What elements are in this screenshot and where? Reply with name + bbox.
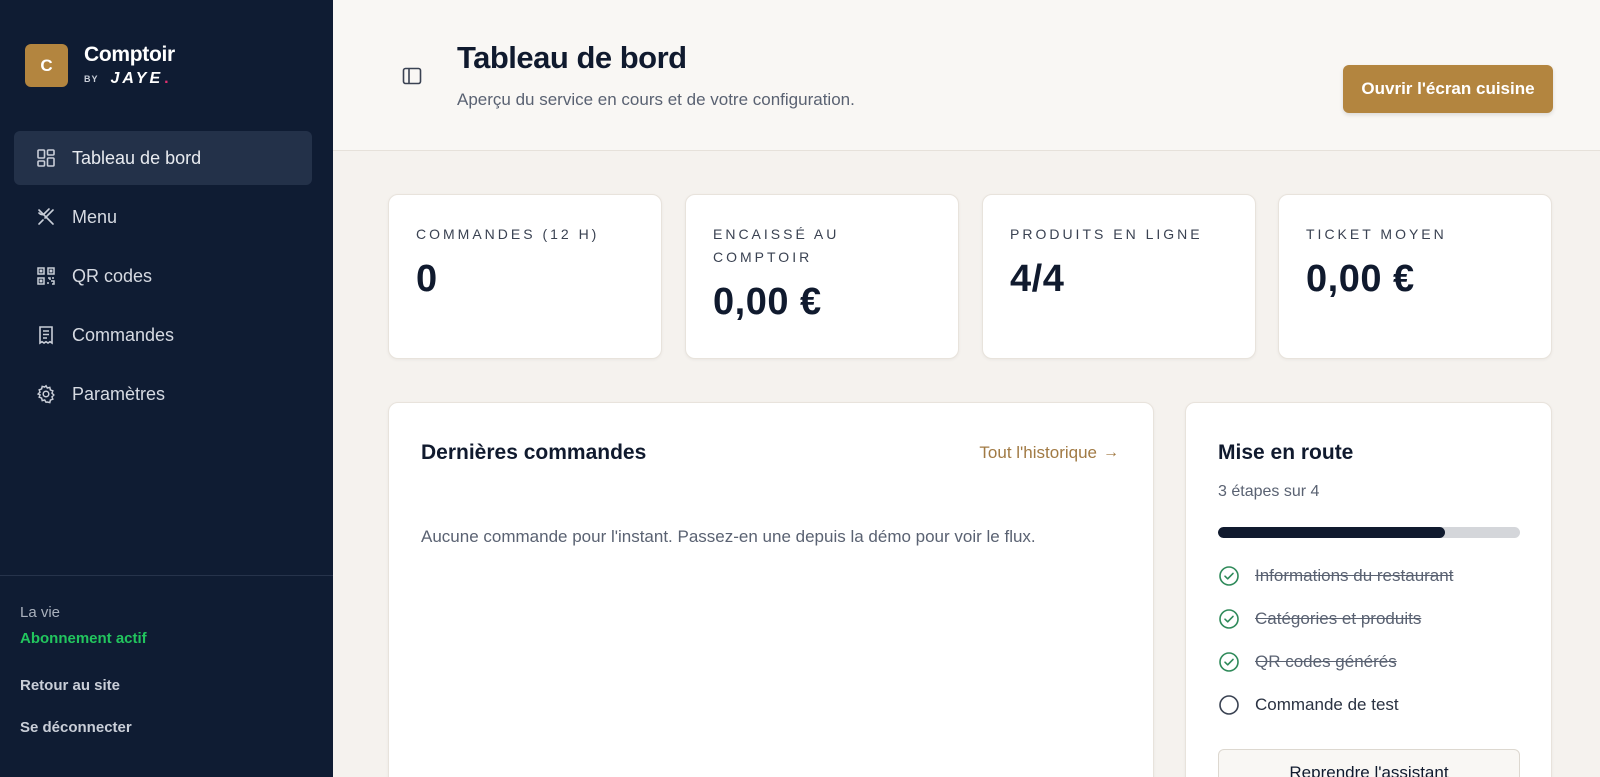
utensils-icon bbox=[36, 207, 56, 227]
stat-card-orders: Commandes (12 h) 0 bbox=[388, 194, 662, 359]
gear-icon bbox=[36, 384, 56, 404]
sidebar-item-label: Paramètres bbox=[72, 383, 166, 404]
stat-label: Commandes (12 h) bbox=[416, 226, 600, 242]
brand-sub: BY JAYE . bbox=[84, 70, 175, 88]
subscription-status: Abonnement actif bbox=[20, 630, 147, 647]
step-label: Catégories et produits bbox=[1255, 609, 1422, 628]
arrow-right-icon: → bbox=[1103, 444, 1119, 461]
brand-by: BY bbox=[84, 74, 99, 84]
brand-text: Comptoir BY JAYE . bbox=[84, 43, 175, 88]
page-header: Tableau de bord Aperçu du service en cou… bbox=[333, 0, 1600, 151]
sidebar-item-dashboard[interactable]: Tableau de bord bbox=[14, 131, 312, 185]
check-circle-icon bbox=[1219, 652, 1239, 672]
step-item[interactable]: QR codes générés bbox=[1218, 651, 1397, 673]
recent-orders-panel: Dernières commandes Tout l'historique → … bbox=[388, 402, 1154, 777]
order-history-link[interactable]: Tout l'historique → bbox=[979, 443, 1119, 463]
stat-label: Ticket moyen bbox=[1306, 226, 1447, 242]
step-item[interactable]: Commande de test bbox=[1218, 694, 1399, 716]
sidebar-item-settings[interactable]: Paramètres bbox=[14, 367, 312, 421]
sidebar-toggle-icon[interactable] bbox=[401, 65, 423, 87]
page-title: Tableau de bord bbox=[457, 40, 687, 75]
partner-logo-dot: . bbox=[164, 70, 169, 87]
empty-orders-message: Aucune commande pour l'instant. Passez-e… bbox=[421, 527, 1036, 546]
empty-circle-icon bbox=[1219, 695, 1239, 715]
onboarding-title: Mise en route bbox=[1218, 441, 1354, 464]
stat-value: 0,00 € bbox=[1306, 258, 1415, 300]
recent-orders-title: Dernières commandes bbox=[421, 441, 647, 464]
dashboard-icon bbox=[36, 148, 56, 168]
step-label: Informations du restaurant bbox=[1255, 566, 1454, 585]
sidebar-divider bbox=[0, 575, 333, 576]
check-circle-icon bbox=[1219, 566, 1239, 586]
stat-card-online-products: Produits en ligne 4/4 bbox=[982, 194, 1256, 359]
logout-link[interactable]: Se déconnecter bbox=[20, 719, 132, 736]
progress-fill bbox=[1218, 527, 1445, 538]
check-circle-icon bbox=[1219, 609, 1239, 629]
sidebar-item-label: Tableau de bord bbox=[72, 147, 202, 168]
step-item[interactable]: Informations du restaurant bbox=[1218, 565, 1453, 587]
onboarding-panel: Mise en route 3 étapes sur 4 Information… bbox=[1185, 402, 1552, 777]
sidebar-item-label: Commandes bbox=[72, 324, 175, 345]
back-to-site-link[interactable]: Retour au site bbox=[20, 677, 120, 694]
resume-assistant-button[interactable]: Reprendre l'assistant bbox=[1218, 749, 1520, 777]
order-history-label: Tout l'historique bbox=[979, 443, 1097, 462]
brand-name: Comptoir bbox=[84, 43, 175, 66]
step-label: Commande de test bbox=[1255, 695, 1399, 714]
receipt-icon bbox=[36, 325, 56, 345]
stat-label: Produits en ligne bbox=[1010, 226, 1203, 242]
stat-value: 0,00 € bbox=[713, 281, 822, 323]
brand[interactable]: C Comptoir BY JAYE . bbox=[25, 43, 175, 88]
step-item[interactable]: Catégories et produits bbox=[1218, 608, 1421, 630]
brand-logo: C bbox=[25, 44, 68, 87]
sidebar-item-label: QR codes bbox=[72, 265, 153, 286]
sidebar-nav: Tableau de bord Menu QR codes Commandes … bbox=[14, 131, 312, 426]
partner-logo: JAYE bbox=[110, 70, 164, 87]
sidebar-item-label: Menu bbox=[72, 206, 118, 227]
stat-card-average-ticket: Ticket moyen 0,00 € bbox=[1278, 194, 1552, 359]
plan-name: La vie bbox=[20, 604, 61, 621]
sidebar: C Comptoir BY JAYE . Tableau de bord Men… bbox=[0, 0, 333, 777]
steps-count: 3 étapes sur 4 bbox=[1218, 483, 1320, 500]
qr-code-icon bbox=[36, 266, 56, 286]
sidebar-item-menu[interactable]: Menu bbox=[14, 190, 312, 244]
onboarding-progress-bar bbox=[1218, 527, 1520, 538]
page-subtitle: Aperçu du service en cours et de votre c… bbox=[457, 90, 855, 109]
stat-card-counter-revenue: Encaissé au comptoir 0,00 € bbox=[685, 194, 959, 359]
sidebar-item-qr-codes[interactable]: QR codes bbox=[14, 249, 312, 303]
step-label: QR codes générés bbox=[1255, 652, 1397, 671]
stat-value: 4/4 bbox=[1010, 258, 1065, 300]
stat-value: 0 bbox=[416, 258, 438, 300]
stat-label: Encaissé au comptoir bbox=[713, 226, 840, 265]
sidebar-item-orders[interactable]: Commandes bbox=[14, 308, 312, 362]
open-kitchen-screen-button[interactable]: Ouvrir l'écran cuisine bbox=[1343, 65, 1553, 113]
